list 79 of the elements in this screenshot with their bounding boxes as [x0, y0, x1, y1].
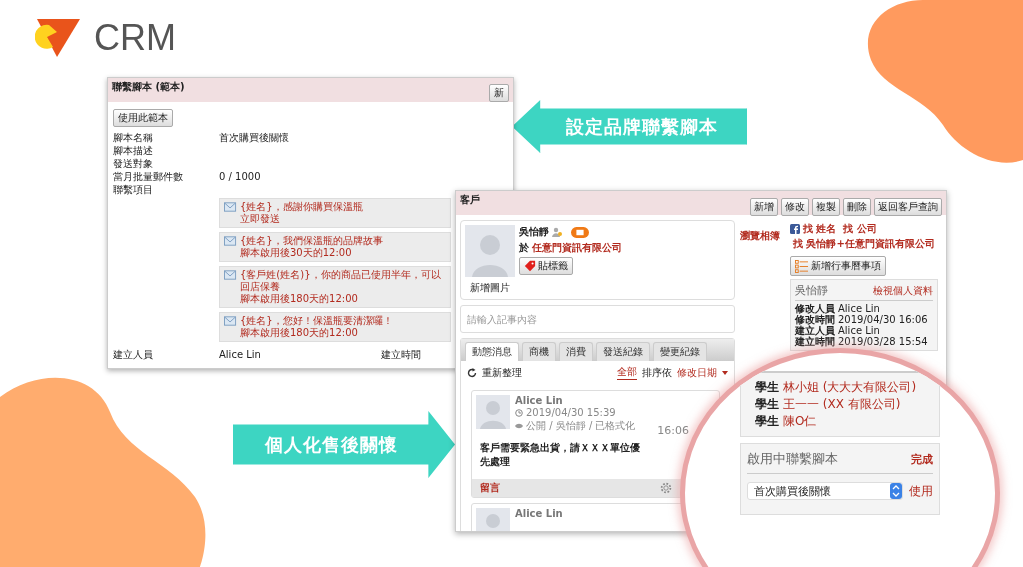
tab[interactable]: 消費	[559, 342, 593, 361]
field-value: 0 / 1000	[219, 170, 262, 183]
info-value: 2019/03/28 15:54	[838, 336, 928, 347]
field-value: 首次購買後關懷	[219, 131, 290, 144]
toolbar-button[interactable]: 返回客戶查詢	[874, 198, 942, 216]
field-value: Alice Lin	[219, 348, 262, 361]
info-label: 建立人員	[795, 325, 835, 336]
field-label: 建立人員	[113, 348, 154, 361]
field-label: 發送對象	[113, 157, 154, 170]
relation-role: 學生	[755, 379, 779, 396]
profile-link[interactable]: 檢視個人資料	[873, 283, 933, 298]
relation-role: 學生	[755, 413, 779, 430]
contact-item[interactable]: {姓名}，我們保溫瓶的品牌故事 腳本啟用後30天的12:00	[219, 232, 451, 262]
info-label: 修改人員	[795, 303, 835, 314]
info-label: 修改時間	[795, 314, 835, 325]
contact-item[interactable]: {姓名}，感謝你購買保溫瓶 立即發送	[219, 198, 451, 228]
info-label: 建立時間	[795, 336, 835, 347]
item-timing: 腳本啟用後180天的12:00	[239, 327, 358, 339]
tab[interactable]: 動態消息	[465, 342, 519, 361]
item-subject: {姓名}，您好！保溫瓶要清潔囉！	[240, 315, 393, 327]
sort-label: 排序依	[642, 365, 672, 380]
info-value: 2019/04/30 16:06	[838, 314, 928, 325]
tab[interactable]: 變更紀錄	[653, 342, 707, 361]
done-link[interactable]: 完成	[911, 451, 933, 467]
tag-button[interactable]: 貼標籤	[519, 257, 573, 275]
item-subject: {姓名}，感謝你購買保溫瓶	[240, 201, 363, 213]
search-link[interactable]: 找 姓名	[803, 222, 837, 236]
post-visibility: 公開 / 吳怡靜 / 已格式化	[526, 419, 636, 433]
toolbar-button[interactable]: 新增	[750, 198, 778, 216]
toolbar-button[interactable]: 修改	[781, 198, 809, 216]
tab[interactable]: 商機	[522, 342, 556, 361]
field-label: 聯繫項目	[113, 183, 154, 196]
toolbar-button[interactable]: 刪除	[843, 198, 871, 216]
field-label: 建立時間	[381, 348, 421, 361]
panel-title: 聯繫腳本 (範本)	[112, 80, 185, 94]
info-value: Alice Lin	[838, 325, 880, 336]
sort-dropdown[interactable]: 修改日期	[677, 365, 717, 380]
company-link[interactable]: 任意門資訊有限公司	[532, 241, 622, 255]
info-value: Alice Lin	[838, 303, 880, 314]
script-select[interactable]: 首次購買後關懷	[747, 482, 903, 500]
album-link[interactable]: 瀏覽相簿	[740, 229, 780, 243]
customer-name: 吳怡靜	[519, 225, 549, 239]
field-label: 腳本名稱	[113, 131, 154, 144]
post-author: Alice Lin	[515, 395, 564, 406]
item-timing: 腳本啟用後30天的12:00	[239, 247, 352, 259]
logo-text: CRM	[94, 17, 176, 59]
filter-link[interactable]: 全部	[617, 365, 637, 380]
item-timing: 立即發送	[239, 213, 280, 225]
refresh-link[interactable]: 重新整理	[482, 365, 522, 380]
use-template-button[interactable]: 使用此範本	[113, 109, 173, 127]
relation-link[interactable]: 王一一 (XX 有限公司)	[783, 396, 901, 413]
search-link[interactable]: 找 吳怡靜+任意門資訊有限公司	[793, 237, 935, 251]
panel-title: 客戶	[460, 193, 480, 207]
item-timing: 腳本啟用後180天的12:00	[239, 293, 358, 305]
company-prefix: 於	[519, 241, 529, 255]
box-title: 啟用中聯繫腳本	[747, 450, 838, 468]
add-calendar-button[interactable]: 新增行事曆事項	[790, 256, 886, 276]
new-button[interactable]: 新	[489, 84, 509, 102]
contact-item[interactable]: {姓名}，您好！保溫瓶要清潔囉！ 腳本啟用後180天的12:00	[219, 312, 451, 342]
post-time-label: 16:06	[657, 424, 689, 437]
comment-link[interactable]: 留言	[480, 481, 500, 495]
use-link[interactable]: 使用	[909, 482, 933, 500]
tab[interactable]: 發送紀錄	[596, 342, 650, 361]
item-subject: {姓名}，我們保溫瓶的品牌故事	[240, 235, 383, 247]
contact-item[interactable]: {客戶姓(姓名)}，你的商品已使用半年，可以回店保養 腳本啟用後180天的12:00	[219, 266, 451, 308]
info-name: 吳怡靜	[795, 283, 828, 298]
item-subject: {客戶姓(姓名)}，你的商品已使用半年，可以回店保養	[240, 269, 442, 293]
post-body: 客戶需要緊急出貨，請ＸＸＸ單位優先處理	[480, 441, 641, 469]
relation-link[interactable]: 林小姐 (大大大有限公司)	[783, 379, 917, 396]
post-author: Alice Lin	[515, 508, 563, 519]
photo-caption[interactable]: 新增圖片	[470, 281, 510, 295]
field-label: 腳本描述	[113, 144, 154, 157]
note-input[interactable]: 請輸入記事內容	[460, 305, 735, 333]
relation-role: 學生	[755, 396, 779, 413]
post-time: 2019/04/30 15:39	[526, 407, 616, 418]
toolbar-button[interactable]: 複製	[812, 198, 840, 216]
relation-link[interactable]: 陳O仁	[783, 413, 817, 430]
search-link[interactable]: 找 公司	[843, 222, 877, 236]
field-label: 當月批量郵件數	[113, 170, 184, 183]
